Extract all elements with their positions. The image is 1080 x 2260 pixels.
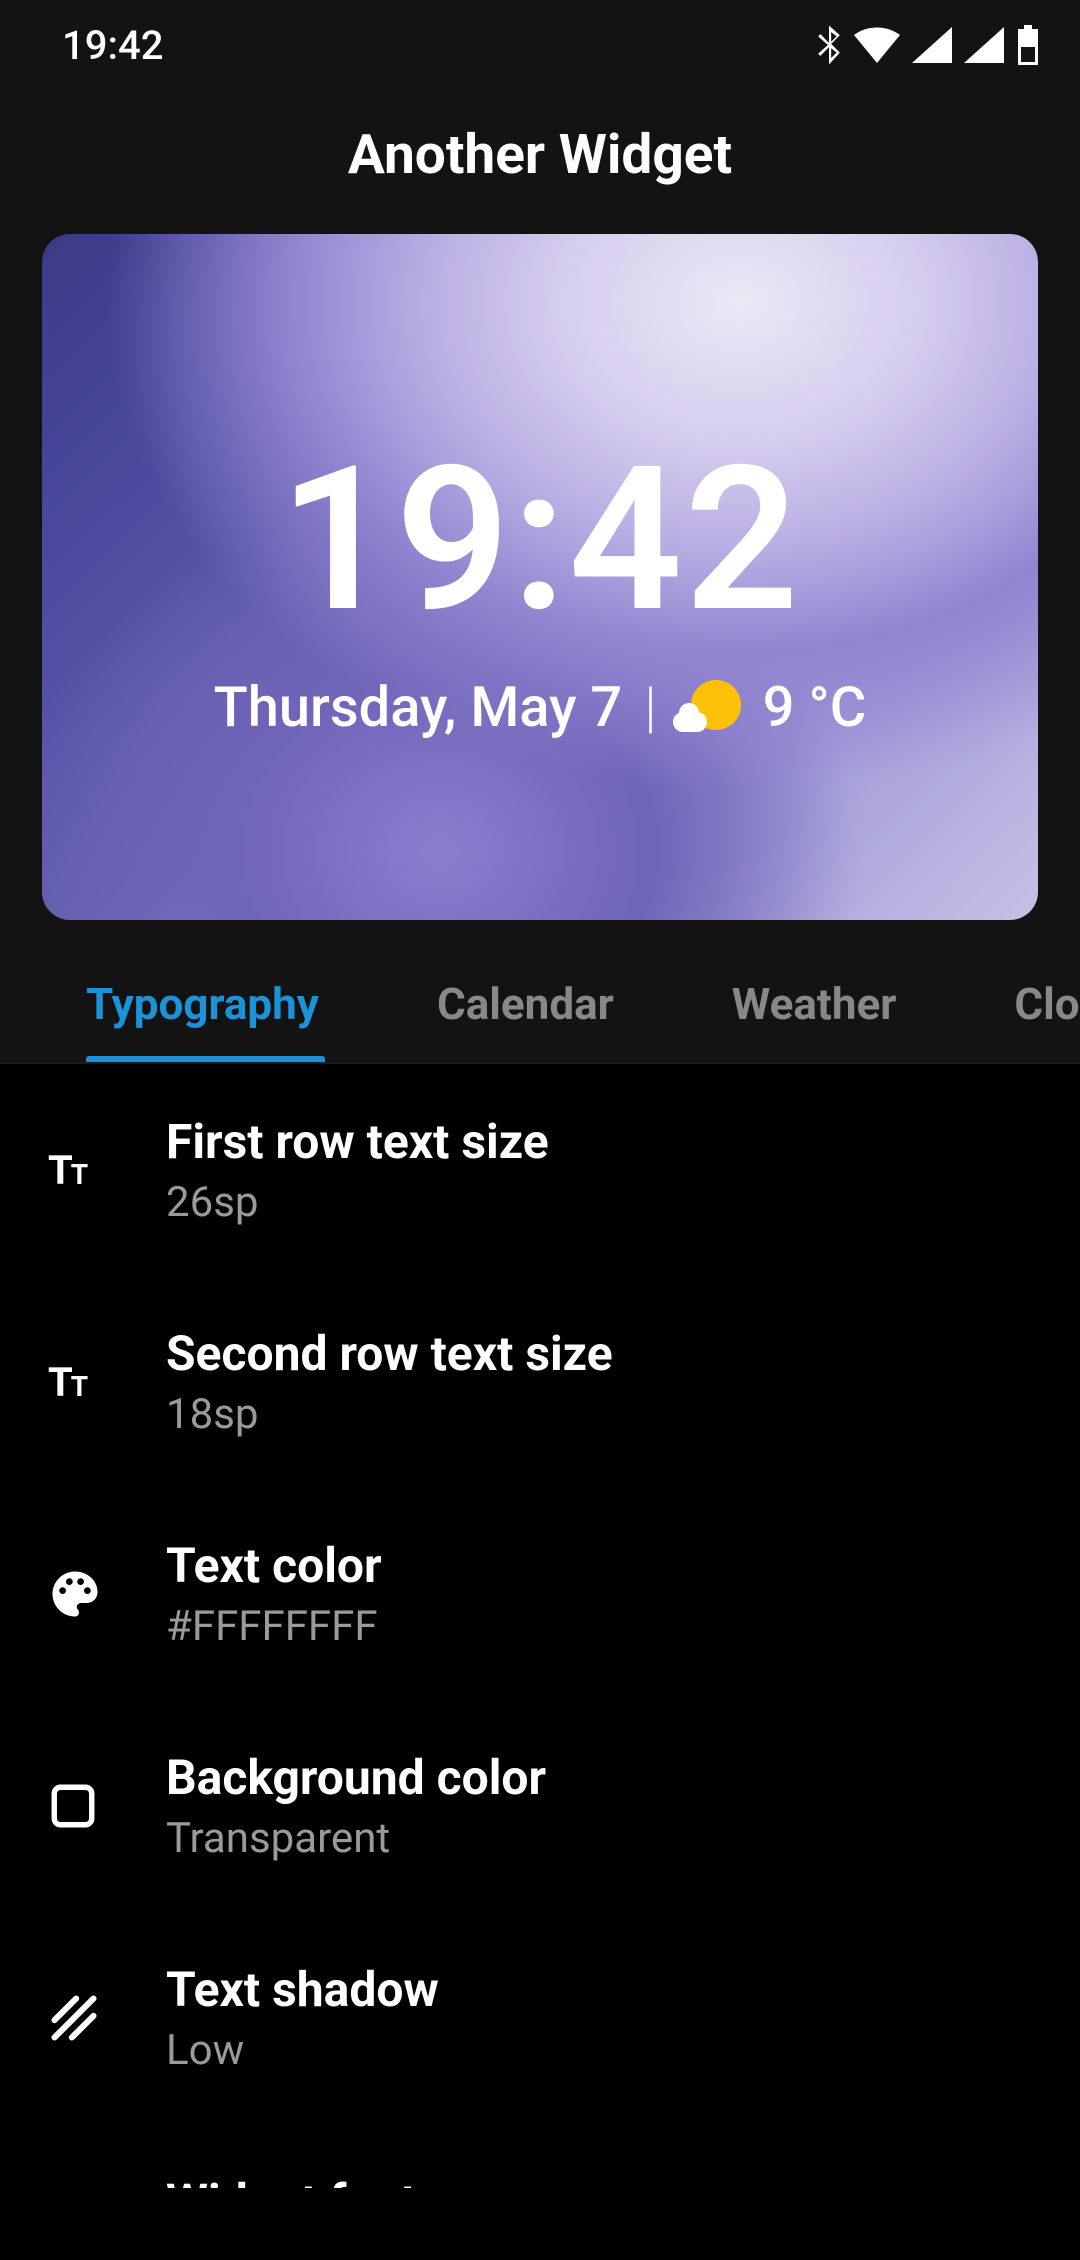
divider: | <box>644 674 656 740</box>
palette-icon <box>48 1567 166 1621</box>
setting-text-shadow[interactable]: Text shadow Low <box>0 1912 1080 2124</box>
status-icons <box>816 25 1040 65</box>
setting-background-color[interactable]: Background color Transparent <box>0 1700 1080 1912</box>
setting-subtitle: Low <box>166 2026 1040 2075</box>
tab-typography[interactable]: Typography <box>86 978 319 1062</box>
square-outline-icon <box>48 1781 166 1831</box>
setting-first-row-text-size[interactable]: TT First row text size 26sp <box>0 1064 1080 1276</box>
tab-bar: Typography Calendar Weather Clock <box>0 920 1080 1064</box>
widget-preview-wrap: 19:42 Thursday, May 7 | 9 °C <box>0 220 1080 920</box>
setting-subtitle: Transparent <box>166 1814 1040 1863</box>
cell-signal-icon <box>964 27 1004 63</box>
setting-subtitle: #FFFFFFFF <box>166 1602 1040 1651</box>
setting-second-row-text-size[interactable]: TT Second row text size 18sp <box>0 1276 1080 1488</box>
setting-subtitle: 18sp <box>166 1390 1040 1439</box>
widget-preview[interactable]: 19:42 Thursday, May 7 | 9 °C <box>42 234 1038 920</box>
wifi-icon <box>854 27 900 63</box>
tab-weather[interactable]: Weather <box>732 978 897 1062</box>
bluetooth-icon <box>816 25 842 65</box>
setting-title: Background color <box>166 1749 1040 1806</box>
status-time: 19:42 <box>62 22 163 69</box>
text-size-icon: TT <box>48 1147 166 1194</box>
setting-title: Second row text size <box>166 1325 1040 1382</box>
page-title: Another Widget <box>0 90 1080 220</box>
navigation-bar <box>0 2188 1080 2260</box>
preview-second-row: Thursday, May 7 | 9 °C <box>214 674 867 740</box>
tab-clock[interactable]: Clock <box>1014 978 1080 1062</box>
settings-list: TT First row text size 26sp TT Second ro… <box>0 1064 1080 2260</box>
cell-signal-icon <box>912 27 952 63</box>
battery-icon <box>1016 25 1040 65</box>
preview-time: 19:42 <box>279 440 801 640</box>
preview-date: Thursday, May 7 <box>214 674 623 740</box>
setting-text-color[interactable]: Text color #FFFFFFFF <box>0 1488 1080 1700</box>
status-bar: 19:42 <box>0 0 1080 90</box>
tab-calendar[interactable]: Calendar <box>437 978 614 1062</box>
setting-title: Text shadow <box>166 1961 1040 2018</box>
weather-icon <box>679 676 741 738</box>
setting-subtitle: 26sp <box>166 1178 1040 1227</box>
texture-icon <box>48 1992 166 2044</box>
setting-title: Text color <box>166 1537 1040 1594</box>
setting-title: First row text size <box>166 1113 1040 1170</box>
preview-temperature: 9 °C <box>763 674 867 740</box>
text-size-icon: TT <box>48 1359 166 1406</box>
